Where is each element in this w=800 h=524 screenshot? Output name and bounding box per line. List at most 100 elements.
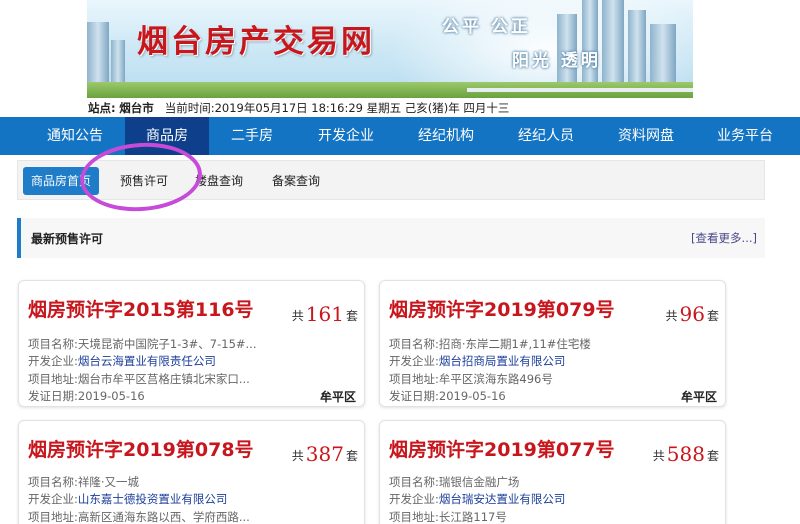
row-label: 项目地址: bbox=[389, 510, 439, 524]
row-label: 项目名称: bbox=[389, 475, 439, 489]
developer-link[interactable]: 烟台瑞安达置业有限公司 bbox=[439, 492, 566, 506]
issue-date-row: 发证日期:2019-05-16 bbox=[389, 388, 506, 404]
subnav-item-home[interactable]: 商品房首页 bbox=[23, 167, 100, 195]
count-prefix: 共 bbox=[291, 449, 304, 463]
address-row: 项目地址:牟平区滨海东路496号 bbox=[389, 371, 553, 387]
project-address: 烟台市牟平区莒格庄镇北宋家口... bbox=[77, 372, 250, 386]
slogan-transparency: 阳光 透明 bbox=[512, 51, 601, 71]
row-label: 发证日期: bbox=[389, 389, 439, 403]
view-more-link[interactable]: [查看更多...] bbox=[691, 230, 757, 246]
row-label: 项目地址: bbox=[28, 510, 78, 524]
slogan-fairness: 公平 公正 bbox=[442, 17, 531, 37]
issue-date: 2019-05-16 bbox=[77, 389, 145, 403]
row-label: 开发企业: bbox=[389, 492, 439, 506]
banner-building bbox=[87, 22, 109, 84]
row-label: 开发企业: bbox=[28, 492, 78, 506]
time-label: 当前时间: bbox=[164, 101, 215, 115]
banner-building bbox=[628, 10, 646, 84]
nav-item-agents[interactable]: 经纪人员 bbox=[500, 117, 592, 155]
developer-row: 开发企业:烟台瑞安达置业有限公司 bbox=[389, 491, 565, 507]
developer-row: 开发企业:烟台云海置业有限责任公司 bbox=[28, 353, 216, 369]
unit-count: 共 588 套 bbox=[652, 441, 719, 466]
row-label: 开发企业: bbox=[28, 354, 78, 368]
section-header: 最新预售许可 [查看更多...] bbox=[17, 218, 765, 258]
project-name: 招商·东岸二期1#,11#住宅楼 bbox=[438, 337, 591, 351]
row-label: 项目名称: bbox=[389, 337, 439, 351]
count-number: 96 bbox=[679, 302, 705, 326]
nav-item-file-drive[interactable]: 资料网盘 bbox=[600, 117, 692, 155]
nav-item-business-platform[interactable]: 业务平台 bbox=[700, 117, 790, 155]
developer-row: 开发企业:山东嘉士德投资置业有限公司 bbox=[28, 491, 227, 507]
developer-link[interactable]: 烟台招商局置业有限公司 bbox=[439, 354, 566, 368]
developer-link[interactable]: 烟台云海置业有限责任公司 bbox=[78, 354, 216, 368]
address-row: 项目地址:高新区通海东路以西、学府西路... bbox=[28, 509, 250, 524]
count-prefix: 共 bbox=[665, 309, 678, 323]
nav-item-agencies[interactable]: 经纪机构 bbox=[400, 117, 492, 155]
unit-count: 共 161 套 bbox=[291, 301, 358, 326]
subnav-item-project-search[interactable]: 楼盘查询 bbox=[195, 167, 243, 195]
site-banner: 烟台房产交易网 公平 公正 阳光 透明 bbox=[87, 0, 693, 98]
banner-building bbox=[582, 0, 598, 84]
count-prefix: 共 bbox=[291, 309, 304, 323]
current-time: 2019年05月17日 18:16:29 星期五 己亥(猪)年 四月十三 bbox=[214, 101, 510, 115]
permit-card[interactable]: 烟房预许字2019第079号 共 96 套 项目名称:招商·东岸二期1#,11#住宅… bbox=[379, 280, 726, 407]
project-address: 长江路117号 bbox=[438, 510, 507, 524]
nav-edge-item[interactable] bbox=[0, 117, 5, 155]
address-row: 项目地址:烟台市牟平区莒格庄镇北宋家口... bbox=[28, 371, 250, 387]
count-number: 387 bbox=[305, 442, 344, 466]
row-label: 发证日期: bbox=[28, 389, 78, 403]
nav-item-developers[interactable]: 开发企业 bbox=[300, 117, 392, 155]
sub-nav: 商品房首页 预售许可 楼盘查询 备案查询 bbox=[17, 160, 765, 200]
row-label: 项目地址: bbox=[389, 372, 439, 386]
row-label: 项目名称: bbox=[28, 337, 78, 351]
nav-item-new-homes[interactable]: 商品房 bbox=[125, 117, 209, 155]
permit-card[interactable]: 烟房预许字2019第078号 共 387 套 项目名称:祥隆·又一城 开发企业:山东… bbox=[18, 420, 365, 524]
unit-count: 共 96 套 bbox=[665, 301, 719, 326]
count-number: 161 bbox=[305, 302, 344, 326]
main-nav: 通知公告 商品房 二手房 开发企业 经纪机构 经纪人员 资料网盘 业务平台 bbox=[0, 117, 800, 155]
project-name-row: 项目名称:招商·东岸二期1#,11#住宅楼 bbox=[389, 336, 591, 352]
banner-building bbox=[111, 40, 125, 84]
section-title: 最新预售许可 bbox=[31, 232, 104, 246]
row-label: 项目名称: bbox=[28, 475, 78, 489]
count-unit: 套 bbox=[345, 309, 358, 323]
station-label: 站点: bbox=[88, 101, 116, 115]
permit-number[interactable]: 烟房预许字2015第116号 bbox=[28, 295, 254, 322]
count-unit: 套 bbox=[706, 309, 719, 323]
row-label: 开发企业: bbox=[389, 354, 439, 368]
project-name-row: 项目名称:祥隆·又一城 bbox=[28, 474, 139, 490]
banner-building bbox=[602, 0, 624, 84]
permit-number[interactable]: 烟房预许字2019第077号 bbox=[389, 435, 615, 462]
site-title[interactable]: 烟台房产交易网 bbox=[137, 16, 375, 61]
banner-building bbox=[650, 24, 676, 84]
developer-link[interactable]: 山东嘉士德投资置业有限公司 bbox=[78, 492, 228, 506]
nav-item-notices[interactable]: 通知公告 bbox=[30, 117, 120, 155]
subnav-item-filing-search[interactable]: 备案查询 bbox=[272, 167, 320, 195]
address-row: 项目地址:长江路117号 bbox=[389, 509, 507, 524]
banner-road bbox=[467, 88, 693, 92]
unit-count: 共 387 套 bbox=[291, 441, 358, 466]
subnav-item-presale-permit[interactable]: 预售许可 bbox=[120, 167, 168, 195]
project-address: 牟平区滨海东路496号 bbox=[438, 372, 553, 386]
count-unit: 套 bbox=[345, 449, 358, 463]
permit-number[interactable]: 烟房预许字2019第078号 bbox=[28, 435, 254, 462]
project-address: 高新区通海东路以西、学府西路... bbox=[77, 510, 250, 524]
issue-date-row: 发证日期:2019-05-16 bbox=[28, 388, 145, 404]
site-info-bar: 站点: 烟台市 当前时间:2019年05月17日 18:16:29 星期五 己亥… bbox=[88, 100, 509, 116]
issue-date: 2019-05-16 bbox=[438, 389, 506, 403]
station-value[interactable]: 烟台市 bbox=[119, 101, 154, 115]
nav-item-second-hand[interactable]: 二手房 bbox=[210, 117, 294, 155]
project-name: 祥隆·又一城 bbox=[77, 475, 140, 489]
district-label: 牟平区 bbox=[319, 390, 356, 404]
project-name-row: 项目名称:瑞银信金融广场 bbox=[389, 474, 519, 490]
permit-card[interactable]: 烟房预许字2015第116号 共 161 套 项目名称:天境昆嵛中国院子1-3#、7… bbox=[18, 280, 365, 407]
row-label: 项目地址: bbox=[28, 372, 78, 386]
permit-card[interactable]: 烟房预许字2019第077号 共 588 套 项目名称:瑞银信金融广场 开发企业:烟… bbox=[379, 420, 726, 524]
project-name: 天境昆嵛中国院子1-3#、7-15#... bbox=[77, 337, 257, 351]
district-label: 牟平区 bbox=[680, 390, 717, 404]
developer-row: 开发企业:烟台招商局置业有限公司 bbox=[389, 353, 565, 369]
count-prefix: 共 bbox=[652, 449, 665, 463]
project-name: 瑞银信金融广场 bbox=[438, 475, 520, 489]
project-name-row: 项目名称:天境昆嵛中国院子1-3#、7-15#... bbox=[28, 336, 257, 352]
permit-number[interactable]: 烟房预许字2019第079号 bbox=[389, 295, 615, 322]
